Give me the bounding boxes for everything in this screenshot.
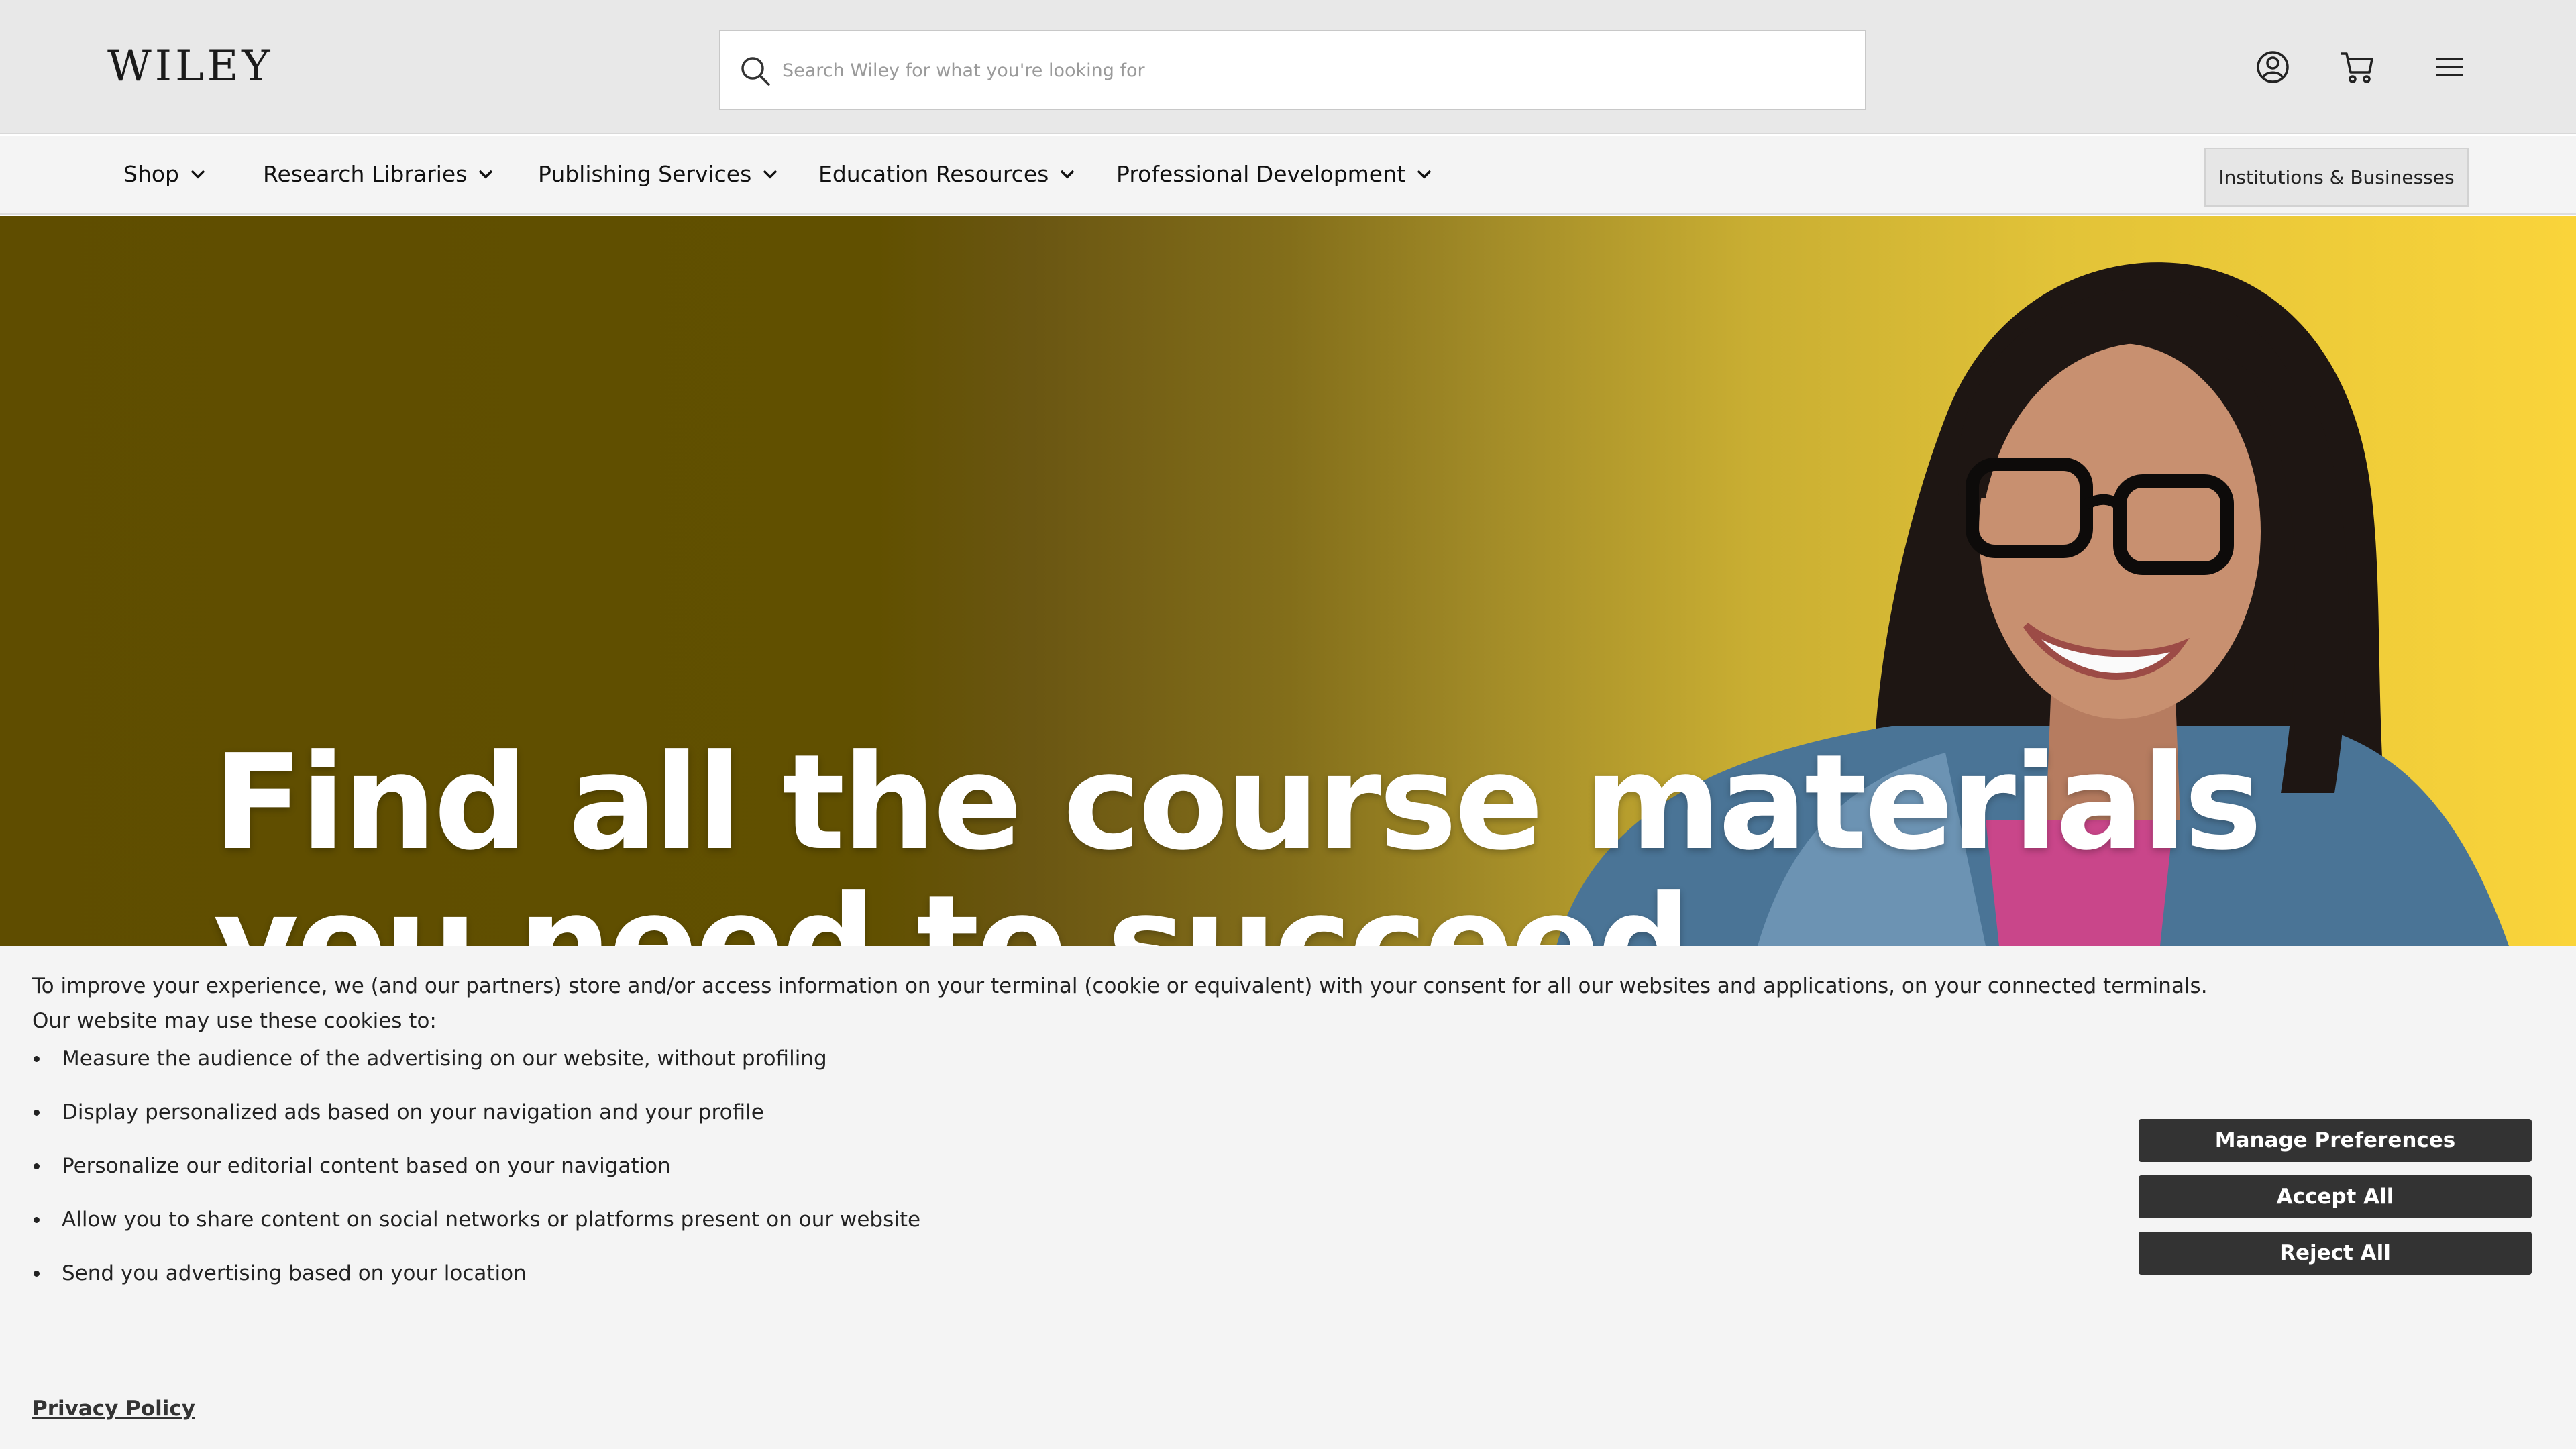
nav-item-publishing-services[interactable]: Publishing Services — [538, 161, 778, 187]
search-input[interactable] — [782, 47, 1842, 94]
top-header: WILEY — [0, 0, 2576, 134]
nav-label: Publishing Services — [538, 161, 752, 187]
accept-all-button[interactable]: Accept All — [2139, 1175, 2532, 1218]
hero-banner: Find all the course materials you need t… — [0, 216, 2576, 946]
list-item: Display personalized ads based on your n… — [32, 1100, 920, 1154]
main-nav: Shop Research Libraries Publishing Servi… — [0, 136, 2576, 215]
nav-label: Professional Development — [1116, 161, 1405, 187]
cookie-subtitle: Our website may use these cookies to: — [32, 1009, 437, 1033]
chevron-down-icon — [191, 170, 205, 178]
cookie-purpose-list: Measure the audience of the advertising … — [32, 1046, 920, 1315]
institutions-businesses-button[interactable]: Institutions & Businesses — [2204, 148, 2469, 207]
cart-icon[interactable] — [2339, 48, 2376, 86]
reject-all-button[interactable]: Reject All — [2139, 1232, 2532, 1275]
nav-item-professional-development[interactable]: Professional Development — [1116, 161, 1432, 187]
manage-preferences-button[interactable]: Manage Preferences — [2139, 1119, 2532, 1162]
account-icon[interactable] — [2254, 48, 2292, 86]
chevron-down-icon — [1417, 170, 1432, 178]
menu-icon[interactable] — [2431, 48, 2469, 86]
nav-label: Research Libraries — [263, 161, 468, 187]
chevron-down-icon — [763, 170, 777, 178]
search-bar[interactable] — [719, 30, 1866, 110]
privacy-policy-link[interactable]: Privacy Policy — [32, 1397, 195, 1421]
nav-item-shop[interactable]: Shop — [123, 161, 206, 187]
wiley-logo[interactable]: WILEY — [107, 42, 274, 91]
list-item: Send you advertising based on your locat… — [32, 1261, 920, 1315]
cookie-intro-text: To improve your experience, we (and our … — [32, 974, 2208, 998]
list-item: Allow you to share content on social net… — [32, 1208, 920, 1261]
chevron-down-icon — [479, 170, 493, 178]
search-icon[interactable] — [739, 55, 771, 87]
cookie-consent-banner: To improve your experience, we (and our … — [0, 946, 2576, 1449]
nav-label: Shop — [123, 161, 179, 187]
hero-title: Find all the course materials you need t… — [213, 727, 2262, 946]
nav-item-research-libraries[interactable]: Research Libraries — [263, 161, 494, 187]
nav-label: Education Resources — [818, 161, 1049, 187]
list-item: Measure the audience of the advertising … — [32, 1046, 920, 1100]
list-item: Personalize our editorial content based … — [32, 1154, 920, 1208]
chevron-down-icon — [1061, 170, 1075, 178]
nav-item-education-resources[interactable]: Education Resources — [818, 161, 1075, 187]
